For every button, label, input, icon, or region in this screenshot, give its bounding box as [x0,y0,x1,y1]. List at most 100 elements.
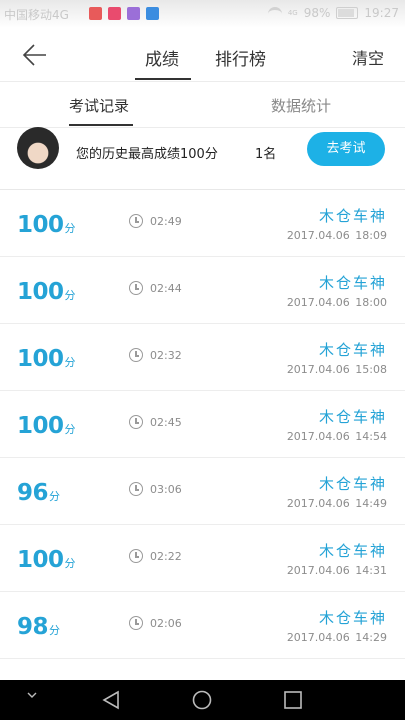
tab-active-indicator [135,78,191,80]
exam-duration: 02:22 [150,550,182,563]
clock-icon [129,415,143,429]
record-time: 18:00 [355,296,387,309]
record-time: 18:09 [355,229,387,242]
record-time: 14:49 [355,497,387,510]
record-title: 木仓车神 [318,609,387,627]
record-date: 2017.04.06 [286,631,350,644]
exam-duration: 02:32 [150,349,182,362]
record-datetime: 2017.04.06 18:00 [287,296,387,309]
record-row[interactable]: 100分 02:32 木仓车神 2017.04.06 15:08 [0,324,405,391]
battery-percent: 98% [303,6,331,20]
score: 98分 [17,614,60,640]
clock-time: 19:27 [364,6,399,20]
clock-icon [129,348,143,362]
record-row[interactable]: 96分 03:06 木仓车神 2017.04.06 14:49 [0,458,405,525]
score: 100分 [17,279,76,305]
network-label: 4G [287,8,298,17]
record-datetime: 2017.04.06 14:31 [287,564,387,577]
exam-duration: 02:44 [150,282,182,295]
exam-duration: 02:49 [150,215,182,228]
take-exam-button[interactable]: 去考试 [307,132,385,166]
score: 100分 [17,547,76,573]
subtab-active-indicator [69,124,133,126]
battery-icon [336,7,359,19]
top-nav: 成绩 排行榜 清空 [0,28,405,82]
score: 96分 [17,480,60,506]
best-score-text: 您的历史最高成绩100分 [76,147,218,162]
clock-icon [129,549,143,563]
rank-text: 1名 [255,147,277,162]
score: 100分 [17,413,76,439]
record-title: 木仓车神 [318,542,387,560]
notification-app-icon [127,7,140,20]
score: 100分 [17,346,76,372]
record-datetime: 2017.04.06 15:08 [287,363,387,376]
exam-duration: 03:06 [150,483,182,496]
score-value: 100 [17,346,64,372]
record-datetime: 2017.04.06 14:49 [287,497,387,510]
tab-data-stats[interactable]: 数据统计 [271,95,331,116]
avatar [17,127,59,169]
carrier-label: 中国移动4G [4,8,69,22]
record-datetime: 2017.04.06 14:29 [287,631,387,644]
notification-app-icon [146,7,159,20]
record-date: 2017.04.06 [286,430,350,443]
record-title: 木仓车神 [318,341,387,359]
square-recent-icon[interactable] [283,690,303,710]
score-unit: 分 [64,557,76,570]
score-unit: 分 [49,490,61,503]
clear-button[interactable]: 清空 [352,45,384,69]
score-unit: 分 [64,356,76,369]
status-bar: 中国移动4G 4G 98% 19:27 [0,0,405,28]
best-score-summary: 您的历史最高成绩100分 1名 去考试 [0,127,405,190]
record-date: 2017.04.06 [286,564,350,577]
notification-app-icon [108,7,121,20]
sub-tabs: 考试记录 数据统计 [0,82,405,128]
records-list: 100分 02:49 木仓车神 2017.04.06 18:09 100分 02:44 木仓… [0,190,405,659]
exam-duration: 02:06 [150,617,182,630]
score-unit: 分 [64,289,76,302]
score-value: 96 [17,480,49,506]
score-value: 98 [17,614,49,640]
status-right: 4G 98% 19:27 [267,6,399,20]
clock-icon [129,281,143,295]
tab-ranking[interactable]: 排行榜 [215,45,266,70]
notification-app-icon [89,7,102,20]
record-datetime: 2017.04.06 18:09 [287,229,387,242]
record-title: 木仓车神 [318,475,387,493]
record-date: 2017.04.06 [286,497,350,510]
clock-icon [129,616,143,630]
record-time: 14:29 [355,631,387,644]
record-row[interactable]: 98分 02:06 木仓车神 2017.04.06 14:29 [0,592,405,659]
score: 100分 [17,212,76,238]
wifi-icon [267,6,282,20]
circle-home-icon[interactable] [192,690,212,710]
chevron-down-icon[interactable] [27,690,37,700]
exam-duration: 02:45 [150,416,182,429]
record-title: 木仓车神 [318,274,387,292]
record-row[interactable]: 100分 02:44 木仓车神 2017.04.06 18:00 [0,257,405,324]
clock-icon [129,214,143,228]
score-unit: 分 [64,423,76,436]
record-row[interactable]: 100分 02:45 木仓车神 2017.04.06 14:54 [0,391,405,458]
tab-scores[interactable]: 成绩 [145,45,179,70]
record-date: 2017.04.06 [286,229,350,242]
record-row[interactable]: 100分 02:49 木仓车神 2017.04.06 18:09 [0,190,405,257]
score-value: 100 [17,212,64,238]
score-value: 100 [17,547,64,573]
notification-icons [89,7,159,20]
score-unit: 分 [49,624,61,637]
record-time: 14:54 [355,430,387,443]
score-value: 100 [17,413,64,439]
arrow-left-icon[interactable] [22,42,48,68]
record-row[interactable]: 100分 02:22 木仓车神 2017.04.06 14:31 [0,525,405,592]
score-unit: 分 [64,222,76,235]
triangle-back-icon[interactable] [101,690,121,710]
tab-exam-records[interactable]: 考试记录 [69,95,129,116]
clock-icon [129,482,143,496]
record-date: 2017.04.06 [286,363,350,376]
record-title: 木仓车神 [318,207,387,225]
record-datetime: 2017.04.06 14:54 [287,430,387,443]
record-date: 2017.04.06 [286,296,350,309]
record-time: 14:31 [355,564,387,577]
